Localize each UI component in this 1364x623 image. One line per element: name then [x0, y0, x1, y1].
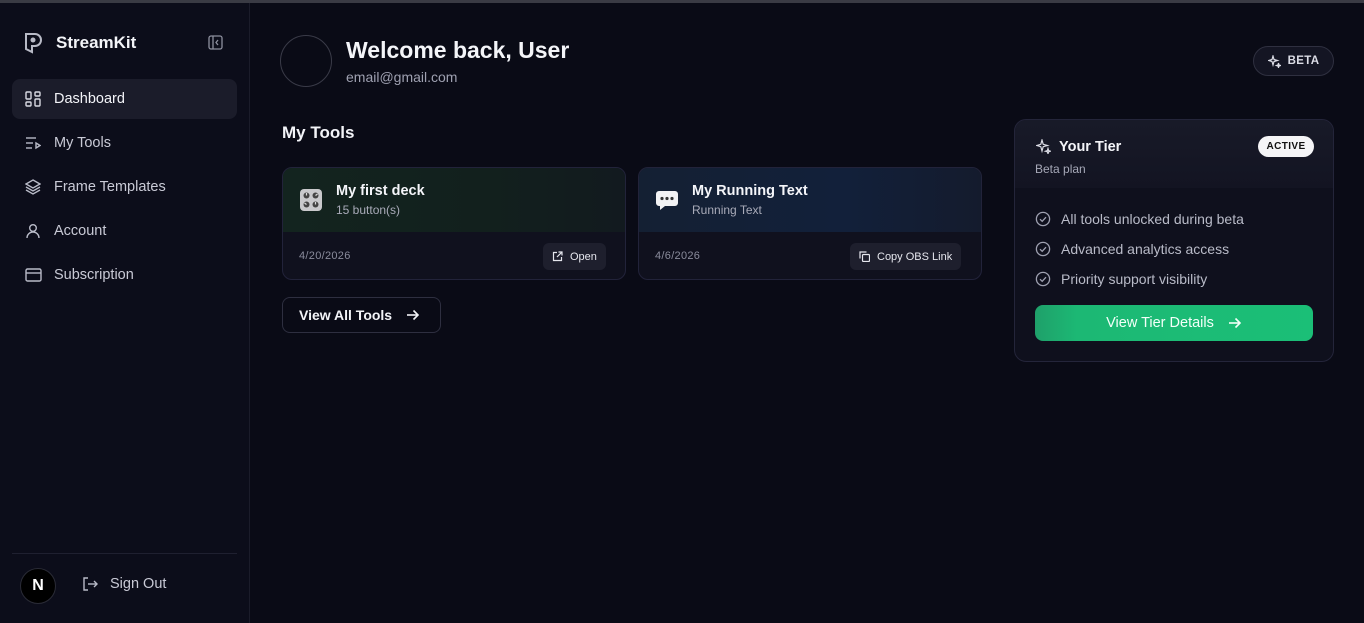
- tier-feature: Priority support visibility: [1035, 271, 1207, 287]
- tier-feature-label: All tools unlocked during beta: [1061, 211, 1244, 227]
- streamkit-logo-icon: [20, 31, 44, 55]
- copy-obs-link-button[interactable]: Copy OBS Link: [850, 243, 962, 270]
- sidebar-item-label: My Tools: [54, 135, 111, 151]
- tool-date: 4/6/2026: [655, 250, 701, 262]
- log-out-icon: [81, 575, 99, 593]
- open-label: Open: [570, 250, 597, 263]
- view-tier-details-button[interactable]: View Tier Details: [1035, 305, 1313, 341]
- brand-name: StreamKit: [56, 33, 137, 52]
- view-all-label: View All Tools: [299, 307, 393, 323]
- sidebar-item-label: Dashboard: [54, 91, 125, 107]
- sidebar: StreamKit Dashboard My Tools Frame Templ…: [0, 3, 250, 623]
- tool-card-header: My Running Text Running Text: [639, 168, 981, 232]
- sparkles-icon: [1267, 54, 1281, 68]
- tool-date: 4/20/2026: [299, 250, 351, 262]
- sparkles-icon: [1036, 139, 1051, 154]
- beta-label: BETA: [1287, 55, 1320, 67]
- sidebar-item-my-tools[interactable]: My Tools: [12, 123, 237, 163]
- arrow-right-icon: [1228, 317, 1242, 329]
- user-icon: [24, 222, 42, 240]
- external-link-icon: [552, 251, 563, 262]
- check-circle-icon: [1035, 211, 1051, 227]
- sidebar-item-label: Account: [54, 223, 107, 239]
- check-circle-icon: [1035, 271, 1051, 287]
- sign-out-label: Sign Out: [110, 576, 167, 592]
- sidebar-item-subscription[interactable]: Subscription: [12, 255, 237, 295]
- tool-subtitle: Running Text: [692, 203, 762, 217]
- avatar[interactable]: N: [20, 568, 56, 604]
- user-email: email@gmail.com: [346, 69, 458, 85]
- page-title: Welcome back, User: [346, 37, 570, 63]
- sidebar-item-account[interactable]: Account: [12, 211, 237, 251]
- tier-feature-label: Advanced analytics access: [1061, 241, 1230, 257]
- tool-card[interactable]: My Running Text Running Text 4/6/2026 Co…: [638, 167, 982, 280]
- copy-icon: [859, 251, 870, 262]
- tier-feature: All tools unlocked during beta: [1035, 211, 1244, 227]
- credit-card-icon: [24, 266, 42, 284]
- tool-card[interactable]: My first deck 15 button(s) 4/20/2026 Ope…: [282, 167, 626, 280]
- tier-title: Your Tier: [1059, 139, 1122, 155]
- control-knobs-icon: [299, 188, 323, 212]
- speech-bubble-icon: [655, 188, 679, 212]
- tool-name: My Running Text: [692, 183, 808, 199]
- tier-plan: Beta plan: [1035, 162, 1086, 176]
- sidebar-item-label: Frame Templates: [54, 179, 166, 195]
- beta-badge: BETA: [1253, 46, 1334, 76]
- collapse-sidebar-icon[interactable]: [206, 33, 224, 51]
- tier-feature: Advanced analytics access: [1035, 241, 1229, 257]
- list-play-icon: [24, 134, 42, 152]
- sidebar-divider: [12, 553, 237, 554]
- dashboard-icon: [24, 90, 42, 108]
- open-button[interactable]: Open: [543, 243, 606, 270]
- check-circle-icon: [1035, 241, 1051, 257]
- sidebar-item-frame-templates[interactable]: Frame Templates: [12, 167, 237, 207]
- user-avatar[interactable]: [280, 35, 332, 87]
- tier-feature-label: Priority support visibility: [1061, 271, 1208, 287]
- tool-subtitle: 15 button(s): [336, 203, 401, 217]
- view-tier-details-label: View Tier Details: [1106, 315, 1214, 331]
- tool-name: My first deck: [336, 183, 425, 199]
- sidebar-item-label: Subscription: [54, 267, 134, 283]
- view-all-tools-button[interactable]: View All Tools: [282, 297, 441, 333]
- copy-obs-link-label: Copy OBS Link: [877, 250, 953, 263]
- brand[interactable]: StreamKit: [20, 29, 136, 57]
- sidebar-nav: Dashboard My Tools Frame Templates Accou…: [12, 79, 237, 299]
- sign-out-button[interactable]: Sign Out: [81, 575, 166, 593]
- tier-card: Your Tier Beta plan ACTIVE All tools unl…: [1014, 119, 1334, 362]
- status-badge: ACTIVE: [1258, 136, 1314, 157]
- my-tools-heading: My Tools: [282, 123, 355, 142]
- layers-icon: [24, 178, 42, 196]
- tool-card-header: My first deck 15 button(s): [283, 168, 625, 232]
- arrow-right-icon: [406, 309, 420, 321]
- tier-card-header: Your Tier Beta plan ACTIVE: [1015, 120, 1333, 188]
- sidebar-item-dashboard[interactable]: Dashboard: [12, 79, 237, 119]
